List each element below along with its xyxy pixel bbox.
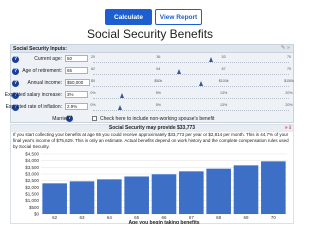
input-field[interactable]: 65 [65, 67, 88, 74]
slider[interactable]: 0% 5% 13% 20% [90, 103, 293, 111]
slider-handle[interactable] [208, 57, 213, 62]
x-tick-label: 69 [243, 215, 249, 220]
slider-track [93, 110, 289, 111]
y-tick-label: $3,000 [25, 172, 39, 177]
slider-tick-label: $0 [91, 79, 95, 83]
result-title: Social Security may provide $33,773 [108, 125, 196, 131]
y-tick-label: $4,500 [25, 152, 39, 157]
x-tick-label: 68 [216, 215, 222, 220]
married-label: Married? [52, 116, 72, 122]
input-field[interactable]: 50 [65, 55, 88, 62]
y-tick-label: $2,500 [25, 178, 39, 183]
input-row: ? Annual income: $50,000 $0 $50k $100k $150k [11, 79, 294, 88]
panel-tools-icon[interactable]: ✎ » [281, 45, 290, 51]
slider-tick-label: 5% [155, 91, 161, 95]
input-field[interactable]: 2.9% [65, 103, 88, 110]
calculate-button[interactable]: Calculate [105, 9, 152, 25]
slider-tick-label: 0% [90, 91, 96, 95]
chart-bar[interactable] [233, 165, 259, 214]
y-tick-label: $3,500 [25, 165, 39, 170]
chart-bar[interactable] [97, 179, 122, 214]
slider[interactable]: 0% 5% 13% 20% [90, 91, 293, 99]
benefits-chart-svg: $4,500$4,000 $3,500 $3,000$2,500 $2,000 $1,5… [25, 152, 287, 224]
chart-bar[interactable] [206, 168, 231, 214]
input-row: ? Age of retirement: 65 62 64 67 70 [11, 67, 293, 76]
y-tick-label: $2,000 [25, 185, 39, 190]
x-tick-label: 64 [107, 215, 113, 220]
input-label: Age of retirement: [22, 68, 62, 74]
slider-tick-label: 13% [220, 103, 228, 107]
help-icon[interactable]: ? [12, 56, 19, 63]
slider-tick-label: $100k [218, 79, 229, 83]
slider-tick-label: 53 [221, 55, 226, 59]
x-tick-label: 63 [79, 215, 85, 220]
slider[interactable]: 62 64 67 70 [91, 67, 291, 75]
inputs-heading: Social Security Inputs: [13, 46, 67, 52]
slider-track [93, 98, 289, 99]
benefits-chart: $4,500 $4,000 $3,500 $3,000 $2,500 $2,000 $1,5… [11, 152, 295, 224]
input-label: Expected salary increase: [4, 92, 62, 98]
slider-track [93, 86, 289, 87]
view-report-button[interactable]: View Report [155, 9, 202, 25]
result-description: If you start collecting your benefits at… [13, 132, 289, 149]
inputs-panel: Social Security Inputs: ✎ » ? Current age… [5, 44, 294, 123]
help-icon[interactable]: ? [12, 80, 19, 87]
x-tick-label: 62 [52, 215, 58, 220]
input-row: ? Current age: 50 20 36 53 70 [11, 55, 293, 64]
inputs-panel-header: Social Security Inputs: ✎ » [11, 45, 293, 53]
page-title: Social Security Benefits [86, 27, 214, 41]
input-label: Annual income: [27, 80, 62, 86]
chart-bar[interactable] [151, 174, 177, 214]
slider-tick-label: 70 [287, 55, 291, 59]
help-icon[interactable]: ? [12, 68, 19, 75]
slider-tick-label: 64 [156, 67, 161, 71]
chart-bar[interactable] [42, 183, 67, 214]
slider-tick-label: 20 [91, 55, 95, 59]
married-checkbox[interactable] [92, 116, 97, 121]
slider-tick-label: 5% [155, 103, 161, 107]
married-description: Check here to include non-working spouse… [100, 116, 215, 122]
y-tick-label: $0 [34, 212, 40, 217]
input-field[interactable]: 3% [65, 91, 88, 98]
slider[interactable]: 20 36 53 70 [91, 55, 291, 63]
chart-bar[interactable] [179, 171, 204, 214]
input-row: ? Expected rate of inflation: 2.9% 0% 5% 13% 2… [6, 103, 293, 112]
y-tick-label: $500 [29, 205, 40, 210]
slider-track [93, 62, 289, 63]
y-tick-label: $4,000 [25, 158, 39, 163]
input-label: Current age: [34, 56, 62, 62]
slider-handle[interactable] [177, 69, 182, 74]
result-tools-icon[interactable]: » ℹ [285, 125, 291, 132]
slider-tick-label: 36 [156, 55, 161, 59]
result-panel: Social Security may provide $33,773 » ℹ … [10, 124, 294, 224]
slider-tick-label: 70 [287, 67, 291, 71]
slider-tick-label: 67 [221, 67, 226, 71]
slider-handle[interactable] [120, 93, 125, 98]
y-tick-label: $1,500 [25, 192, 39, 197]
married-row: ? Married? Check here to include non-wor… [11, 115, 293, 123]
x-tick-label: 70 [271, 215, 277, 220]
chart-bar[interactable] [69, 181, 95, 214]
x-axis-label: Age you begin taking benefits [128, 220, 199, 224]
slider-tick-label: 0% [90, 103, 96, 107]
chart-bar[interactable] [261, 161, 286, 214]
slider-tick-label: $150k [284, 79, 294, 83]
input-label: Expected rate of inflation: [5, 104, 62, 110]
result-heading: Social Security may provide $33,773 » ℹ [11, 125, 293, 132]
y-tick-label: $1,000 [25, 198, 39, 203]
input-row: ? Expected salary increase: 3% 0% 5% 13% 20% [5, 91, 293, 100]
slider-tick-label: 13% [220, 91, 228, 95]
chart-bar[interactable] [124, 176, 149, 214]
slider-handle[interactable] [198, 81, 203, 86]
slider[interactable]: $0 $50k $100k $150k [91, 79, 294, 87]
input-field[interactable]: $50,000 [65, 79, 90, 86]
slider-tick-label: 20% [285, 91, 293, 95]
slider-handle[interactable] [118, 105, 123, 110]
slider-track [93, 74, 289, 75]
slider-tick-label: 62 [91, 67, 95, 71]
slider-tick-label: 20% [285, 103, 293, 107]
slider-tick-label: $50k [154, 79, 163, 83]
